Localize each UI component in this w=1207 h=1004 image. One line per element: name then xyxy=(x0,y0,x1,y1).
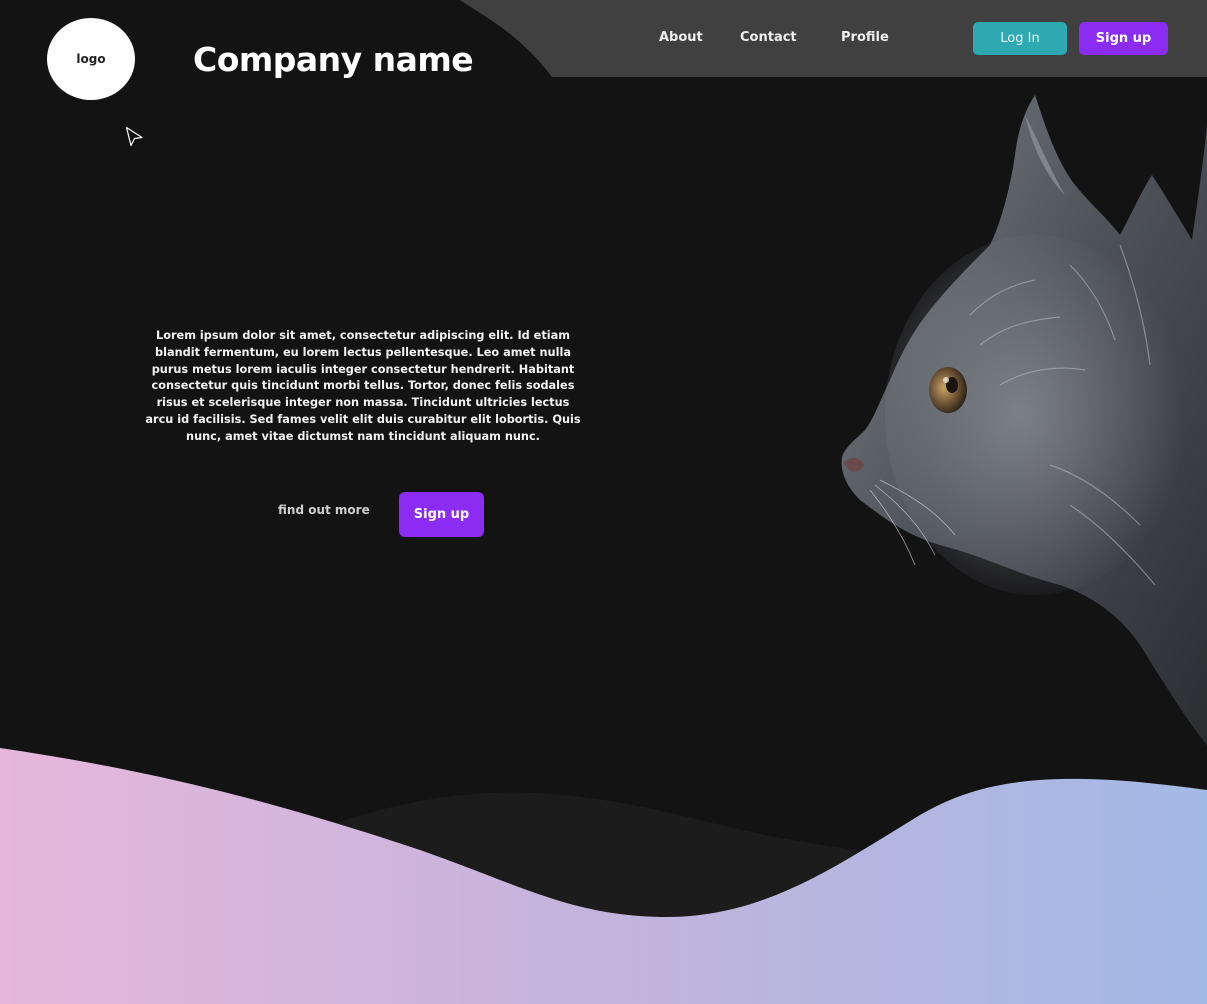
hero-description: Lorem ipsum dolor sit amet, consectetur … xyxy=(145,329,581,443)
nav-about-link[interactable]: About xyxy=(659,30,703,45)
landing-page: logo Company name About Contact Profile … xyxy=(0,0,1207,1004)
find-out-more-link[interactable]: find out more xyxy=(278,503,370,517)
logo[interactable]: logo xyxy=(47,18,135,100)
signup-button-hero[interactable]: Sign up xyxy=(399,492,484,537)
signup-button-header[interactable]: Sign up xyxy=(1079,22,1168,55)
login-button[interactable]: Log In xyxy=(973,22,1067,55)
nav-profile-link[interactable]: Profile xyxy=(841,30,889,45)
company-name: Company name xyxy=(193,40,474,79)
nav-contact-link[interactable]: Contact xyxy=(740,30,797,45)
cat-photo xyxy=(841,95,1207,745)
bottom-wave-decoration xyxy=(0,748,1207,1004)
mouse-pointer-icon xyxy=(125,126,143,147)
